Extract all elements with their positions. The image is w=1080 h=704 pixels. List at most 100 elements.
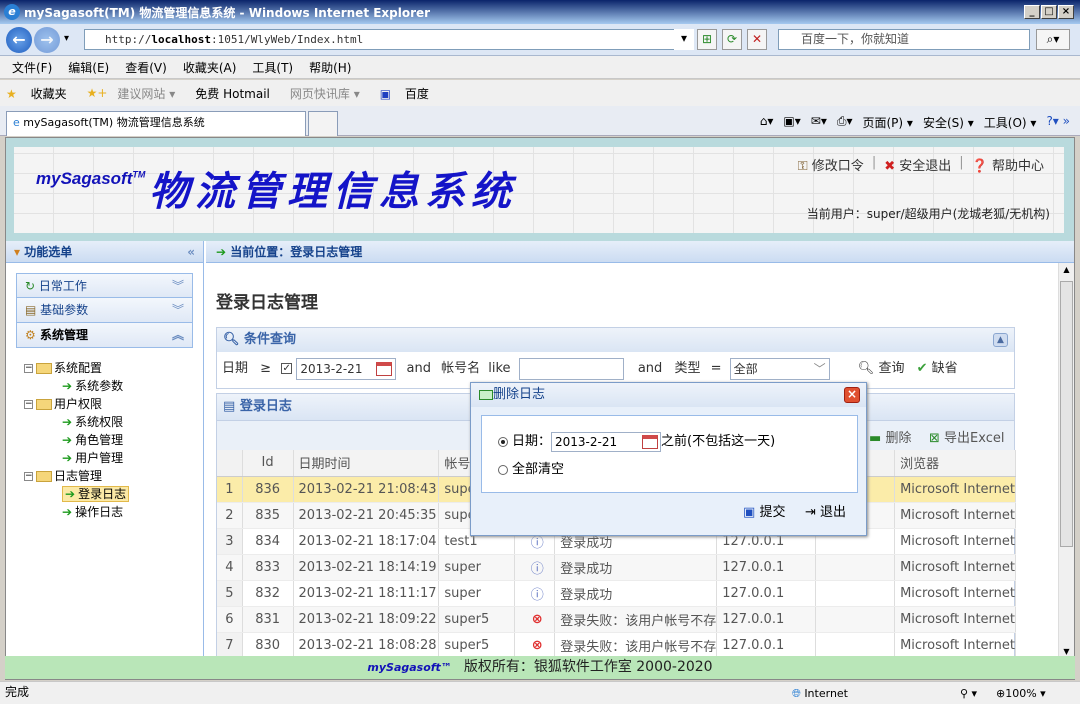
forward-button[interactable]: → (34, 27, 60, 53)
tree-node-sys-params[interactable]: ➔ 系统参数 (24, 377, 129, 395)
option-clear-all[interactable]: 全部清空 (498, 458, 564, 477)
search-button[interactable]: 🔍︎ 查询 (858, 361, 905, 376)
help-icon: ❓ (971, 159, 988, 174)
radio-clear-all[interactable] (498, 464, 508, 475)
scroll-down-icon[interactable]: ▼ (1059, 647, 1074, 656)
collapse-icon[interactable]: − (24, 400, 33, 409)
help-center-link[interactable]: ❓ 帮助中心 (972, 155, 1044, 174)
close-window-button[interactable]: × (1058, 5, 1074, 19)
home-icon[interactable]: ⌂▾ (760, 114, 774, 131)
calendar-icon[interactable] (642, 434, 659, 449)
cell-message: 登录成功 (554, 554, 718, 581)
ie-tab-icon: e (13, 116, 20, 129)
stop-icon[interactable]: ✕ (747, 29, 767, 50)
type-select[interactable]: 全部 ﹀ (729, 357, 830, 380)
table-row[interactable]: 4 833 2013-02-21 18:14:19 super ⓘ 登录成功 1… (217, 554, 1016, 581)
option-before-date[interactable]: 日期： 2013-2-21 之前(不包括这一天) (498, 430, 775, 452)
fav-hotmail[interactable]: 免费 Hotmail (195, 85, 280, 102)
fav-web-slice[interactable]: 网页快讯库 ▾ (290, 85, 370, 102)
col-datetime[interactable]: 日期时间 (293, 450, 440, 477)
radio-date[interactable] (498, 436, 508, 447)
date-checkbox[interactable]: ✓ (281, 363, 293, 374)
table-row[interactable]: 6 831 2013-02-21 18:09:22 super5 ⊗ 登录失败：… (217, 606, 1016, 633)
search-go-icon[interactable]: ⌕▾ (1036, 29, 1070, 50)
feeds-icon[interactable]: ▣▾ (783, 114, 800, 131)
new-tab-button[interactable] (308, 111, 338, 136)
cell-browser: Microsoft Internet (894, 502, 1016, 529)
info-icon: ⓘ (514, 580, 556, 607)
fav-suggested-sites[interactable]: 建议网站 ▾ (117, 85, 185, 102)
menu-view[interactable]: 查看(V) (125, 59, 167, 76)
cell-browser: Microsoft Internet (894, 476, 1016, 503)
close-dialog-button[interactable]: × (844, 387, 860, 403)
favorites-button[interactable]: ★ 收藏夹 (6, 85, 77, 102)
page-title: 登录日志管理 (216, 293, 318, 313)
browser-tab-active[interactable]: e mySagasoft(TM) 物流管理信息系统 (6, 111, 306, 136)
change-password-link[interactable]: ⚿ 修改口令 (798, 155, 864, 174)
exit-button[interactable]: ⇥ 退出 (805, 501, 846, 520)
submit-button[interactable]: ▣ 提交 (743, 501, 785, 520)
tree-node-op-log[interactable]: ➔ 操作日志 (24, 503, 129, 521)
security-zone[interactable]: 🌐︎ Internet (792, 684, 848, 704)
page-menu[interactable]: 页面(P) ▾ (863, 114, 913, 131)
tree-node-sys-config[interactable]: − 系统配置 (24, 359, 129, 377)
mail-icon[interactable]: ✉▾ (811, 114, 827, 131)
tree-node-sys-rights[interactable]: ➔ 系统权限 (24, 413, 129, 431)
collapse-sidebar-icon[interactable]: « (187, 241, 195, 263)
system-title: 物流管理信息系统 (149, 168, 517, 215)
menu-file[interactable]: 文件(F) (12, 59, 52, 76)
compat-view-icon[interactable]: ⊞ (697, 29, 717, 50)
url-field[interactable]: http://localhost:1051/WlyWeb/Index.html (84, 29, 690, 50)
cell-message: 登录失败：该用户帐号不存 (554, 606, 718, 633)
history-dropdown-icon[interactable]: ▾ (64, 33, 69, 44)
maximize-button[interactable]: □ (1041, 5, 1057, 19)
row-number: 3 (217, 528, 243, 555)
minimize-button[interactable]: _ (1024, 5, 1040, 19)
refresh-icon[interactable]: ⟳ (722, 29, 742, 50)
sidebar-section-daily[interactable]: ↻ 日常工作 ︾ (16, 273, 193, 298)
search-input[interactable]: 百度一下，你就知道 (778, 29, 1030, 50)
zoom-control[interactable]: ⊕100% ▾ (996, 684, 1046, 704)
menu-edit[interactable]: 编辑(E) (68, 59, 109, 76)
scroll-thumb[interactable] (1060, 281, 1073, 547)
print-icon[interactable]: ⎙▾ (837, 114, 853, 131)
account-input[interactable] (518, 357, 624, 380)
collapse-icon[interactable]: − (24, 364, 33, 373)
window-titlebar: e mySagasoft(TM) 物流管理信息系统 - Windows Inte… (0, 0, 1080, 24)
back-button[interactable]: ← (6, 27, 32, 53)
menu-favorites[interactable]: 收藏夹(A) (183, 59, 237, 76)
delete-button[interactable]: ▬ 删除 (869, 427, 911, 446)
tree-node-user-rights[interactable]: − 用户权限 (24, 395, 129, 413)
collapse-icon[interactable]: − (24, 472, 33, 481)
sidebar-section-system[interactable]: ⚙ 系统管理 ︽ (16, 323, 193, 348)
protected-mode-icon[interactable]: ⚲ ▾ (960, 684, 977, 704)
tree-node-user-mgmt[interactable]: ➔ 用户管理 (24, 449, 129, 467)
calendar-icon[interactable] (376, 361, 393, 376)
dialog-date-input[interactable]: 2013-2-21 (551, 431, 662, 452)
tree-node-login-log[interactable]: ➔ 登录日志 (24, 485, 130, 503)
cell-datetime: 2013-02-21 18:09:22 (293, 606, 440, 633)
tree-node-log-mgmt[interactable]: − 日志管理 (24, 467, 129, 485)
col-browser[interactable]: 浏览器 (894, 450, 1016, 477)
tree-node-role-mgmt[interactable]: ➔ 角色管理 (24, 431, 129, 449)
add-favorite-icon[interactable]: ★+ (87, 86, 108, 100)
menu-tools[interactable]: 工具(T) (252, 59, 293, 76)
logout-link[interactable]: ✖ 安全退出 (884, 155, 951, 174)
tools-menu[interactable]: 工具(O) ▾ (984, 114, 1037, 131)
col-id[interactable]: Id (242, 450, 294, 477)
vertical-scrollbar[interactable]: ▲ ▼ (1058, 263, 1074, 658)
export-excel-button[interactable]: ⊠ 导出Excel (929, 427, 1004, 446)
default-button[interactable]: ✔ 缺省 (917, 361, 958, 376)
sidebar-section-basic[interactable]: ▤ 基础参数 ︾ (16, 298, 193, 323)
table-row[interactable]: 5 832 2013-02-21 18:11:17 super ⓘ 登录成功 1… (217, 580, 1016, 607)
cell-ac (815, 606, 896, 633)
date-input[interactable]: 2013-2-21 (296, 357, 397, 380)
scroll-up-icon[interactable]: ▲ (1059, 263, 1074, 277)
fav-baidu[interactable]: ▣ 百度 (380, 85, 439, 102)
url-dropdown-icon[interactable]: ▾ (674, 29, 694, 50)
collapse-panel-icon[interactable]: ▲ (993, 333, 1008, 347)
help-circle-icon[interactable]: ?▾ » (1046, 114, 1070, 131)
table-row[interactable]: 7 830 2013-02-21 18:08:28 super5 ⊗ 登录失败：… (217, 632, 1016, 659)
safety-menu[interactable]: 安全(S) ▾ (923, 114, 974, 131)
menu-help[interactable]: 帮助(H) (309, 59, 351, 76)
